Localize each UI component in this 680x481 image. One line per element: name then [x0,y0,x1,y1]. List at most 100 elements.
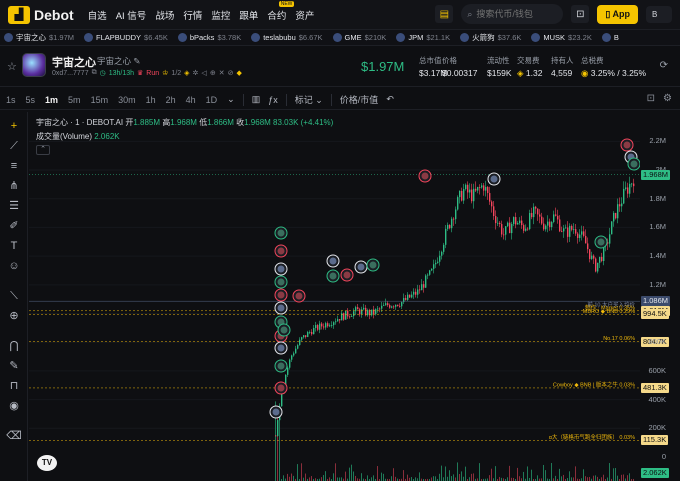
ticker-name: FLAPBUDDY [96,33,142,42]
candle-body [497,222,499,224]
account-button[interactable]: B [646,5,672,23]
candle-body [315,325,317,329]
chevron-down-icon[interactable]: ⌄ [227,94,235,105]
emoji-icon[interactable]: ☺ [6,258,22,274]
search-input[interactable] [476,9,557,19]
crosshair-icon[interactable]: + [6,118,22,134]
timeframe-1m[interactable]: 1m [45,95,58,105]
clipboard-icon[interactable]: ▤ [435,5,454,23]
x-social-icon[interactable]: ✕ [219,69,225,77]
price-axis[interactable]: 1.086M1.019M994.5K804.7K481.3K115.3K2.2M… [640,112,680,481]
ticker-item[interactable]: bPacks $3.78K [177,33,241,42]
ticker-item[interactable]: 火箭狗 $37.6K [460,32,521,43]
run-label: Run [146,69,160,77]
link-icon[interactable]: ⊘ [228,69,234,77]
pencil-lock-icon[interactable]: ✎ [6,358,22,374]
binance-icon[interactable]: ◆ [236,69,241,77]
volume-bar [569,471,570,481]
stat-value: ◉ 3.25% / 3.25% [581,68,646,79]
nav-item-ai-signal[interactable]: AI 信号 [116,8,147,22]
zoom-in-icon[interactable]: ⊕ [6,308,22,324]
volume-value: 83.03K [273,118,299,127]
stat-value: 4,559 [551,68,573,78]
marker-toggle[interactable]: 标记 ⌄ [295,93,323,106]
candle-body [297,345,299,349]
top-nav: ▟ Debot 自选 AI 信号 战场 行情 监控 跟单 合约 NEW 资产 ▤… [0,0,680,30]
ticker-value: $6.67K [298,33,323,42]
collapse-legend-button[interactable]: ⌃ [36,145,50,155]
star-icon[interactable]: ☆ [7,60,17,73]
candle-type-icon[interactable]: ▥ [252,94,261,105]
scan-icon[interactable]: ⊡ [571,5,590,23]
ticker-item[interactable]: FLAPBUDDY $6.45K [84,33,168,42]
horizontal-lines-icon[interactable]: ≡ [6,158,22,174]
candle-body [311,332,313,335]
candle-body [627,187,629,194]
ticker-item[interactable]: B [601,33,622,42]
ruler-icon[interactable]: ⟍ [6,288,22,304]
timeframe-1h[interactable]: 1h [146,95,156,105]
candle-body [535,206,537,209]
eye-icon[interactable]: ◉ [6,398,22,414]
edit-icon[interactable]: ✎ [133,56,140,66]
timeframe-5s[interactable]: 5s [26,95,36,105]
copy-icon[interactable]: ⧉ [92,69,97,77]
chart-canvas[interactable]: 前 10 大户买入均价制作 · Market 0.35%MBRO ◆ BNB 0… [29,112,640,481]
lock-icon[interactable]: ⊓ [6,378,22,394]
ticker-item[interactable]: 宇宙之心 $1.97M [4,32,74,43]
nav-item-monitor[interactable]: 监控 [211,8,230,22]
send-icon[interactable]: ◁ [201,69,206,77]
gear-icon[interactable]: ✲ [193,69,199,77]
candle-body [439,255,441,262]
timeframe-4h[interactable]: 4h [186,95,196,105]
nav-item-watchlist[interactable]: 自选 [88,8,107,22]
ticker-item[interactable]: teslabubu $6.67K [251,33,323,42]
text-icon[interactable]: T [6,238,22,254]
brush-icon[interactable]: ✐ [6,218,22,234]
logo[interactable]: ▟ Debot [8,5,74,24]
timeframe-30m[interactable]: 30m [118,95,136,105]
token-address[interactable]: 0xd7...7777 [52,70,89,77]
nav-item-battlefield[interactable]: 战场 [155,8,174,22]
trash-icon[interactable]: ⌫ [6,428,22,444]
timeframe-5m[interactable]: 5m [68,95,81,105]
pitchfork-icon[interactable]: ⋔ [6,178,22,194]
volume-bar [297,464,298,481]
app-button[interactable]: ▯ App [597,4,638,24]
nav-item-copy-trade[interactable]: 跟单 [239,8,258,22]
volume-bar [461,471,462,481]
refresh-icon[interactable]: ⟳ [660,60,668,71]
nav-item-market[interactable]: 行情 [183,8,202,22]
token-icon [4,33,13,42]
search-box[interactable]: ⌕ [461,4,564,24]
globe-icon[interactable]: ⊕ [210,69,216,77]
timeframe-1s[interactable]: 1s [6,95,16,105]
ticker-item[interactable]: MUSK $23.2K [531,33,592,42]
timeframe-1D[interactable]: 1D [206,95,218,105]
fib-icon[interactable]: ☰ [6,198,22,214]
candle-body [623,188,625,204]
undo-icon[interactable]: ↶ [386,94,394,105]
ticker-name: teslabubu [263,33,296,42]
timeframe-15m[interactable]: 15m [91,95,109,105]
trend-line-icon[interactable]: ⟋ [6,138,22,154]
candle-body [599,256,601,263]
trader-avatar [277,304,285,312]
nav-item-contract[interactable]: 合约 NEW [267,0,295,22]
chart-title: 宇宙之心 · 1 · DEBOT.AI [36,118,124,127]
volume-bar [465,466,466,481]
tradingview-logo[interactable]: TV [37,455,57,471]
price-mcap-toggle[interactable]: 价格/市值 [340,93,379,106]
chart-area[interactable]: 前 10 大户买入均价 制作 · Market 0.35% MBRO ◆ BNB 0… [29,112,640,481]
ticker-item[interactable]: GME $210K [332,33,386,42]
screenshot-icon[interactable]: ⊡ [647,93,655,104]
candle-body [435,262,437,265]
indicators-icon[interactable]: ƒx [268,95,278,105]
ticker-item[interactable]: JPM $21.1K [396,33,450,42]
volume-bar [403,470,404,481]
magnet-icon[interactable]: ⋂ [6,338,22,354]
timeframe-2h[interactable]: 2h [166,95,176,105]
candle-body [293,353,295,356]
nav-item-assets[interactable]: 资产 [295,8,314,22]
settings-icon[interactable]: ⚙ [663,93,672,104]
